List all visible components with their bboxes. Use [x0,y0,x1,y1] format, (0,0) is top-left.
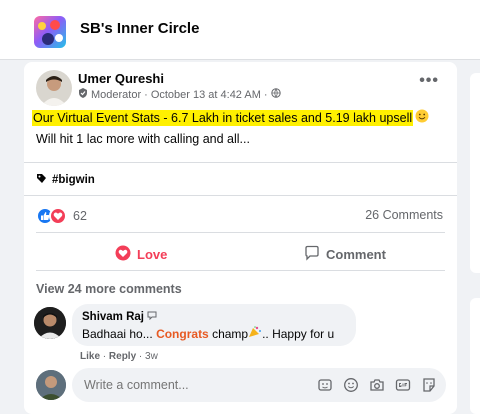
side-card [470,73,480,273]
comment-text: Badhaai ho... Congrats champ.. Happy for… [82,326,335,341]
comment-button[interactable]: Comment [304,242,386,266]
tag-icon [36,173,47,187]
commenter-avatar[interactable] [34,307,66,339]
globe-icon [270,88,281,101]
post-meta: Moderator · October 13 at 4:42 AM · [78,88,281,101]
moderator-shield-icon [78,88,88,101]
reaction-summary[interactable]: 62 [36,207,87,225]
author-role: Moderator [91,88,142,101]
congrats-text: Congrats [156,327,209,341]
current-user-avatar[interactable] [36,370,66,400]
member-badge-icon [147,310,157,323]
post-text-line1: Our Virtual Event Stats - 6.7 Lakh in ti… [32,109,429,126]
author-name[interactable]: Umer Qureshi [78,71,164,86]
sticker-icon[interactable] [317,377,333,393]
comment-bubble: Shivam Raj Badhaai ho... Congrats champ.… [72,304,356,346]
party-popper-icon [248,326,262,341]
gif-icon[interactable] [395,377,411,393]
love-reaction-icon [49,207,67,225]
comment-count[interactable]: 26 Comments [365,208,443,222]
love-button-label: Love [137,246,168,262]
comment-reply-link[interactable]: Reply [109,351,136,362]
emoji-icon[interactable] [343,377,359,393]
highlighted-post-text: Our Virtual Event Stats - 6.7 Lakh in ti… [32,109,414,126]
divider [24,195,457,196]
group-header: SB's Inner Circle [0,0,480,60]
post-date[interactable]: October 13 at 4:42 AM [151,89,261,101]
post-text-line2: Will hit 1 lac more with calling and all… [36,132,250,146]
commenter-name-row: Shivam Raj [82,310,346,323]
comment-button-label: Comment [326,246,386,262]
divider [24,162,457,163]
post-card: Umer Qureshi Moderator · October 13 at 4… [24,62,457,414]
divider [36,232,445,233]
divider [36,270,445,271]
side-card [470,298,480,414]
camera-icon[interactable] [369,377,385,393]
hashtag-label: #bigwin [52,174,95,186]
comment-meta: Like · Reply · 3w [80,351,158,362]
smile-emoji-icon [415,109,429,126]
reaction-count: 62 [73,209,87,223]
post-options-icon[interactable]: ••• [419,72,439,90]
commenter-name[interactable]: Shivam Raj [82,311,144,323]
heart-icon [115,245,131,264]
sticker-smile-icon[interactable] [421,377,437,393]
comment-time[interactable]: 3w [145,351,158,362]
comment-like-link[interactable]: Like [80,351,100,362]
view-more-comments-link[interactable]: View 24 more comments [36,282,182,296]
author-avatar[interactable] [36,70,72,106]
love-button[interactable]: Love [115,242,167,266]
hashtag[interactable]: #bigwin [36,173,95,187]
group-name[interactable]: SB's Inner Circle [80,20,199,37]
group-thumbnail[interactable] [34,16,66,48]
composer-icons [317,377,437,393]
comment-bubble-icon [304,245,320,264]
